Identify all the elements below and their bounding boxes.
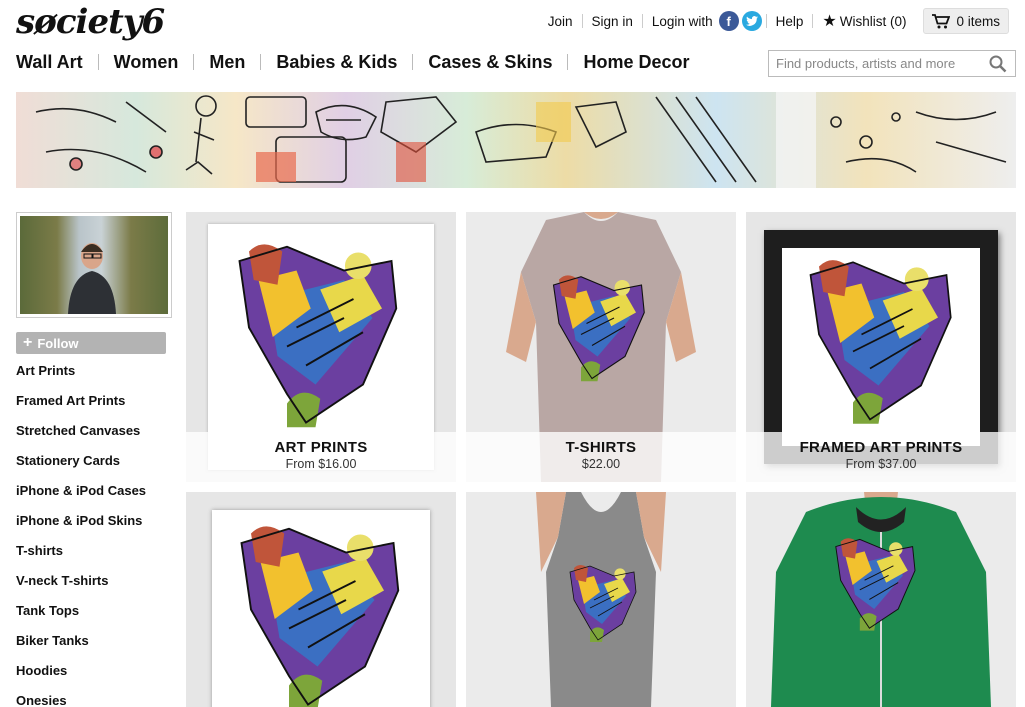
plus-icon: + xyxy=(23,334,33,351)
follow-button[interactable]: + Follow xyxy=(16,332,166,354)
artist-banner xyxy=(16,92,1016,188)
sidebar-item-t-shirts[interactable]: T-shirts xyxy=(16,540,146,570)
star-icon: ★ xyxy=(822,13,837,30)
cart-button[interactable]: 0 items xyxy=(923,8,1009,34)
sidebar-item-framed-art-prints[interactable]: Framed Art Prints xyxy=(16,390,146,420)
product-price: From $16.00 xyxy=(285,457,357,471)
sidebar-item-stretched-canvases[interactable]: Stretched Canvases xyxy=(16,420,146,450)
search-box xyxy=(768,50,1016,77)
top-navigation: Join Sign in Login with f Help ★ Wishlist… xyxy=(539,8,1009,34)
nav-babies-kids[interactable]: Babies & Kids xyxy=(276,52,397,73)
nav-men[interactable]: Men xyxy=(209,52,245,73)
cart-label: 0 items xyxy=(956,13,1000,29)
product-title: T-SHIRTS xyxy=(565,439,637,456)
social-login: f xyxy=(718,11,762,31)
main-navigation: Wall Art Women Men Babies & Kids Cases &… xyxy=(16,50,690,74)
product-price: From $37.00 xyxy=(845,457,917,471)
nav-home-decor[interactable]: Home Decor xyxy=(583,52,689,73)
follow-label: Follow xyxy=(37,335,79,351)
avatar-photo xyxy=(20,216,168,314)
product-title: ART PRINTS xyxy=(274,439,368,456)
site-logo[interactable]: søciety6 xyxy=(16,2,165,42)
facebook-icon[interactable]: f xyxy=(718,11,739,31)
divider xyxy=(260,54,262,70)
product-caption: FRAMED ART PRINTS From $37.00 xyxy=(746,432,1016,482)
banner-illustration xyxy=(35,92,1007,188)
search-icon[interactable] xyxy=(989,55,1007,73)
sidebar-item-art-prints[interactable]: Art Prints xyxy=(16,360,146,390)
sidebar-item-iphone-skins[interactable]: iPhone & iPod Skins xyxy=(16,510,146,540)
artist-avatar[interactable] xyxy=(16,212,172,318)
sidebar-item-iphone-cases[interactable]: iPhone & iPod Cases xyxy=(16,480,146,510)
search-input[interactable] xyxy=(769,56,987,71)
product-caption: ART PRINTS From $16.00 xyxy=(186,432,456,482)
divider xyxy=(97,54,99,70)
framed-print-image xyxy=(764,230,998,464)
sidebar-item-onesies[interactable]: Onesies xyxy=(16,690,146,707)
product-price: $22.00 xyxy=(581,457,621,471)
product-tile-t-shirts[interactable]: T-SHIRTS $22.00 xyxy=(466,212,736,482)
sign-in-link[interactable]: Sign in xyxy=(583,14,642,29)
tank-top-image xyxy=(536,492,666,707)
product-tile-tank-top[interactable] xyxy=(466,492,736,707)
product-caption: T-SHIRTS $22.00 xyxy=(466,432,736,482)
canvas-image xyxy=(212,510,430,707)
product-title: FRAMED ART PRINTS xyxy=(799,439,963,456)
product-category-list: Art Prints Framed Art Prints Stretched C… xyxy=(16,360,146,707)
divider xyxy=(567,54,569,70)
wishlist-label: Wishlist (0) xyxy=(839,14,907,29)
cart-icon xyxy=(932,13,951,28)
divider xyxy=(193,54,195,70)
divider xyxy=(412,54,414,70)
hoodie-image xyxy=(771,492,991,707)
sidebar-item-biker-tanks[interactable]: Biker Tanks xyxy=(16,630,146,660)
sidebar-item-v-neck-t-shirts[interactable]: V-neck T-shirts xyxy=(16,570,146,600)
nav-wall-art[interactable]: Wall Art xyxy=(16,52,83,73)
sidebar-item-tank-tops[interactable]: Tank Tops xyxy=(16,600,146,630)
sidebar-item-stationery-cards[interactable]: Stationery Cards xyxy=(16,450,146,480)
login-with-label: Login with xyxy=(651,13,713,29)
product-tile-hoodie[interactable] xyxy=(746,492,1016,707)
nav-women[interactable]: Women xyxy=(114,52,179,73)
nav-cases-skins[interactable]: Cases & Skins xyxy=(428,52,552,73)
product-tile-stretched-canvas[interactable] xyxy=(186,492,456,707)
product-tile-framed-art-prints[interactable]: FRAMED ART PRINTS From $37.00 xyxy=(746,212,1016,482)
wishlist-link[interactable]: ★ Wishlist (0) xyxy=(813,11,915,31)
sidebar-item-hoodies[interactable]: Hoodies xyxy=(16,660,146,690)
twitter-icon[interactable] xyxy=(741,11,762,31)
join-link[interactable]: Join xyxy=(539,14,582,29)
help-link[interactable]: Help xyxy=(767,14,813,29)
product-tile-art-prints[interactable]: ART PRINTS From $16.00 xyxy=(186,212,456,482)
